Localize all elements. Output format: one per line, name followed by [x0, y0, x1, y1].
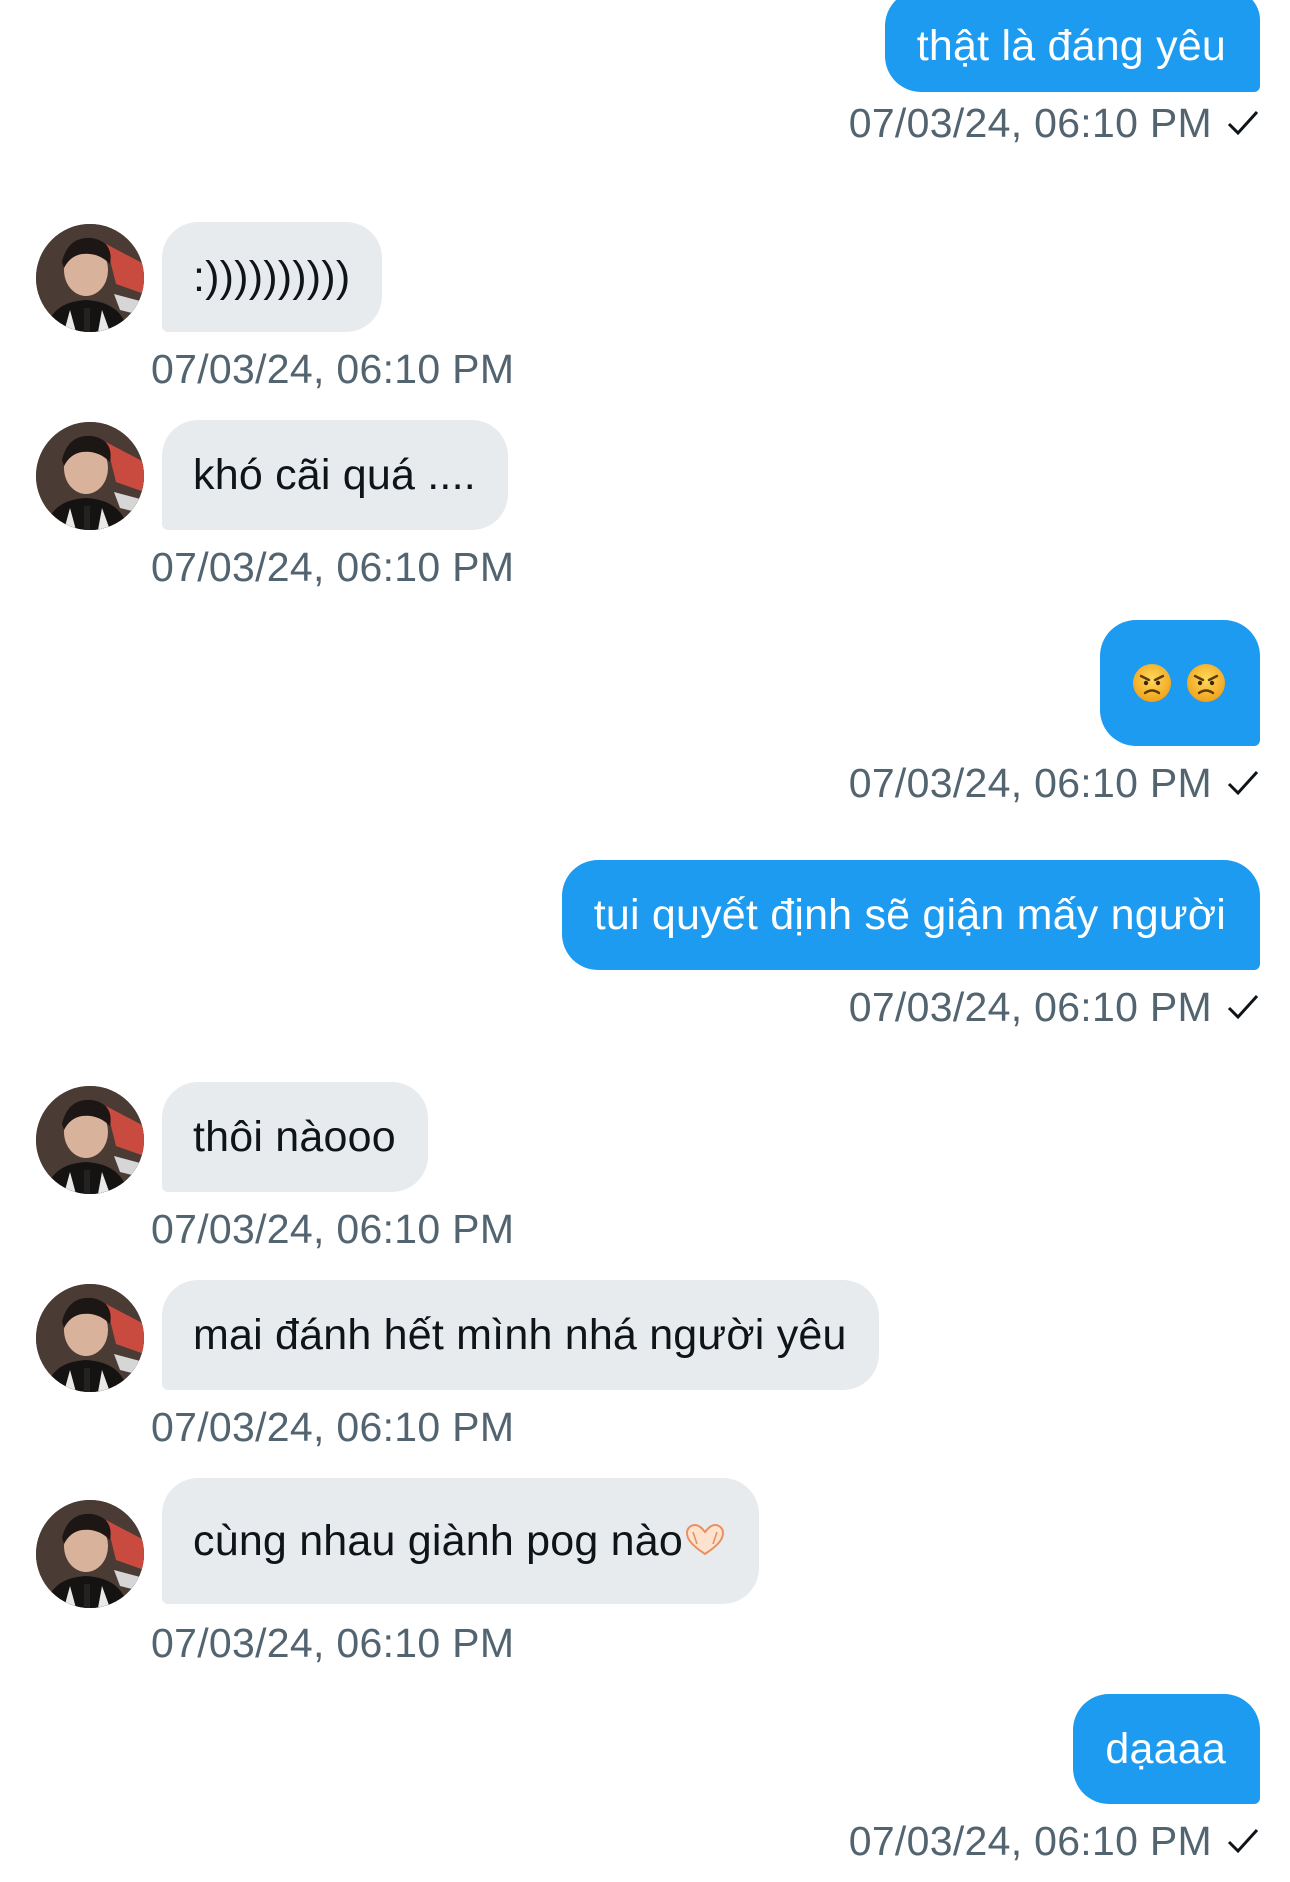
check-icon — [1227, 770, 1259, 796]
timestamp: 07/03/24, 06:10 PM — [848, 1818, 1212, 1864]
message-bubble-incoming[interactable]: cùng nhau giành pog nào — [162, 1478, 759, 1604]
avatar-image — [36, 1086, 144, 1194]
timestamp: 07/03/24, 06:10 PM — [848, 100, 1212, 146]
message-meta: 07/03/24, 06:10 PM — [849, 982, 1260, 1032]
message-bubble-outgoing[interactable]: dạaaa — [1073, 1694, 1260, 1804]
message-meta: 07/03/24, 06:10 PM — [849, 1816, 1260, 1866]
check-icon — [1227, 1828, 1259, 1854]
angry-face-icon — [1187, 663, 1225, 702]
message-meta: 07/03/24, 06:10 PM — [849, 758, 1260, 808]
avatar[interactable] — [36, 422, 144, 530]
avatar-image — [36, 1284, 144, 1392]
avatar[interactable] — [36, 224, 144, 332]
timestamp: 07/03/24, 06:10 PM — [151, 1206, 515, 1252]
timestamp: 07/03/24, 06:10 PM — [151, 1620, 515, 1666]
timestamp: 07/03/24, 06:10 PM — [848, 760, 1212, 806]
chat-thread: thật là đáng yêu 07/03/24, 06:10 PM :)))… — [0, 0, 1290, 1882]
message-meta: 07/03/24, 06:10 PM — [849, 98, 1260, 148]
timestamp: 07/03/24, 06:10 PM — [151, 1404, 515, 1450]
message-bubble-incoming[interactable]: khó cãi quá .... — [162, 420, 508, 530]
timestamp: 07/03/24, 06:10 PM — [848, 984, 1212, 1030]
avatar[interactable] — [36, 1284, 144, 1392]
timestamp: 07/03/24, 06:10 PM — [151, 544, 515, 590]
avatar-image — [36, 224, 144, 332]
check-icon — [1227, 110, 1259, 136]
timestamp: 07/03/24, 06:10 PM — [151, 346, 515, 392]
message-bubble-outgoing[interactable] — [1100, 620, 1260, 746]
message-bubble-incoming[interactable]: thôi nàooo — [162, 1082, 428, 1192]
avatar[interactable] — [36, 1086, 144, 1194]
avatar-image — [36, 1500, 144, 1608]
heart-hands-icon — [685, 1523, 725, 1555]
message-bubble-incoming[interactable]: :)))))))))) — [162, 222, 383, 332]
angry-face-icon — [1133, 663, 1171, 702]
check-icon — [1227, 994, 1259, 1020]
message-bubble-outgoing[interactable]: thật là đáng yêu — [884, 0, 1260, 92]
avatar[interactable] — [36, 1500, 144, 1608]
message-bubble-outgoing[interactable]: tui quyết định sẽ giận mấy người — [561, 860, 1260, 970]
avatar-image — [36, 422, 144, 530]
message-bubble-incoming[interactable]: mai đánh hết mình nhá người yêu — [162, 1280, 879, 1390]
message-text: cùng nhau giành pog nào — [193, 1517, 683, 1565]
